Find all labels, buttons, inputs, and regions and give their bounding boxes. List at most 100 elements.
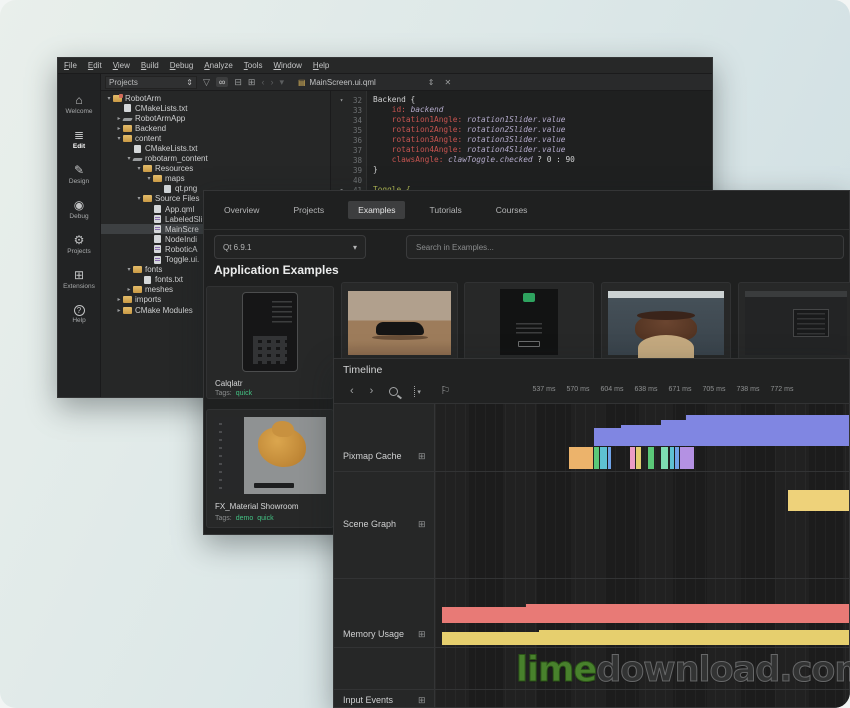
tree-item-label: RobotArmApp xyxy=(135,114,185,123)
tree-row-robotarm[interactable]: ▾ RobotArm xyxy=(101,93,330,103)
tree-arrow-icon[interactable]: ▸ xyxy=(115,307,123,314)
tree-arrow-icon[interactable]: ▸ xyxy=(125,286,133,293)
expand-row-icon[interactable]: ⊞ xyxy=(418,451,426,462)
split-plus-icon[interactable]: ⊞ xyxy=(248,77,256,87)
link-sync-icon[interactable]: ∞ xyxy=(216,77,228,87)
menu-item-analyze[interactable]: Analyze xyxy=(204,61,232,70)
tag-demo[interactable]: demo xyxy=(236,515,254,522)
range-select-icon[interactable] xyxy=(414,386,424,397)
tree-item-label: Toggle.ui. xyxy=(165,255,199,264)
tree-arrow-icon[interactable]: ▾ xyxy=(125,155,133,162)
tree-item-icon xyxy=(143,165,152,172)
timeline-row-label: Input Events xyxy=(343,695,393,705)
mode-label: Debug xyxy=(69,213,88,220)
tab-projects[interactable]: Projects xyxy=(283,201,334,219)
menu-item-view[interactable]: View xyxy=(113,61,130,70)
tree-row-maps[interactable]: ▾ maps xyxy=(101,174,330,184)
tab-overview[interactable]: Overview xyxy=(214,201,269,219)
tree-row-cmakelists-txt[interactable]: CMakeLists.txt xyxy=(101,143,330,153)
tree-item-icon xyxy=(144,276,151,284)
menu-item-help[interactable]: Help xyxy=(313,61,329,70)
expand-row-icon[interactable]: ⊞ xyxy=(418,629,426,640)
projects-selector-label: Projects xyxy=(109,78,138,87)
sidebar-item-extensions[interactable]: ⊞ Extensions xyxy=(58,262,100,297)
fold-marker-icon[interactable]: ▾ xyxy=(337,97,346,104)
tree-item-icon xyxy=(154,225,161,233)
tree-row-content[interactable]: ▾ content xyxy=(101,133,330,143)
tree-item-label: NodeIndi xyxy=(165,235,197,244)
nav-forward-icon[interactable]: › xyxy=(270,77,273,87)
tree-row-backend[interactable]: ▸ Backend xyxy=(101,123,330,133)
menu-item-tools[interactable]: Tools xyxy=(244,61,263,70)
zoom-icon[interactable] xyxy=(389,387,398,396)
tab-updown-icon[interactable]: ⇕ xyxy=(428,78,435,87)
tree-row-resources[interactable]: ▾ Resources xyxy=(101,164,330,174)
nav-dropdown-icon[interactable]: ▾ xyxy=(279,77,284,87)
editor-tab[interactable]: ▤ MainScreen.ui.qml xyxy=(298,78,376,87)
tree-arrow-icon[interactable]: ▾ xyxy=(135,165,143,172)
tag-quick[interactable]: quick xyxy=(257,515,273,522)
tree-row-robotarm-content[interactable]: ▾ robotarm_content xyxy=(101,154,330,164)
sidebar-item-design[interactable]: ✎ Design xyxy=(58,157,100,192)
mode-label: Welcome xyxy=(66,108,93,115)
code-token: rotation1Angle: xyxy=(373,115,467,124)
search-input[interactable] xyxy=(406,235,844,259)
sidebar-item-debug[interactable]: ◉ Debug xyxy=(58,192,100,227)
tree-arrow-icon[interactable]: ▾ xyxy=(145,175,153,182)
tree-item-icon xyxy=(122,118,132,121)
tab-examples[interactable]: Examples xyxy=(348,201,405,219)
code-line: id: backend xyxy=(373,105,575,115)
mode-label: Extensions xyxy=(63,283,95,290)
menu-item-file[interactable]: File xyxy=(64,61,77,70)
qt-version-dropdown[interactable]: Qt 6.9.1 ▾ xyxy=(214,235,366,259)
timeline-prev-icon[interactable]: ‹ xyxy=(350,385,354,397)
projects-selector[interactable]: Projects ⇕ xyxy=(105,76,197,89)
tree-arrow-icon[interactable]: ▾ xyxy=(105,95,113,102)
tree-arrow-icon[interactable]: ▾ xyxy=(115,135,123,142)
example-card-calqlatr[interactable]: Calqlatr Tags:quick xyxy=(206,286,334,399)
watermark-rest: download.com xyxy=(596,650,850,690)
tab-close-icon[interactable]: ✕ xyxy=(444,78,451,87)
code-token: rotation3Slider.value xyxy=(467,135,566,144)
pixmap-cache-event xyxy=(680,447,694,469)
sidebar-item-help[interactable]: ? Help xyxy=(58,297,100,332)
mode-label: Design xyxy=(69,178,89,185)
tab-courses[interactable]: Courses xyxy=(486,201,538,219)
expand-row-icon[interactable]: ⊞ xyxy=(418,695,426,706)
sidebar-item-edit[interactable]: ≣ Edit xyxy=(58,122,100,157)
filter-icon[interactable]: ▽ xyxy=(203,77,210,87)
menu-item-debug[interactable]: Debug xyxy=(170,61,194,70)
code-token: rotation2Slider.value xyxy=(467,125,566,134)
extensions-icon: ⊞ xyxy=(74,269,84,282)
code-token: rotation3Angle: xyxy=(373,135,467,144)
tab-tutorials[interactable]: Tutorials xyxy=(419,201,471,219)
updown-icon: ⇕ xyxy=(186,78,193,87)
mode-label: Projects xyxy=(67,248,90,255)
timeline-next-icon[interactable]: › xyxy=(370,385,374,397)
pixmap-cache-event xyxy=(594,447,599,469)
gutter-row: 34 xyxy=(331,115,366,125)
menu-item-window[interactable]: Window xyxy=(273,61,301,70)
sidebar-item-welcome[interactable]: ⌂ Welcome xyxy=(58,87,100,122)
menu-item-build[interactable]: Build xyxy=(141,61,159,70)
flag-filter-icon[interactable]: ⚐ xyxy=(440,385,450,397)
example-card-fx-material-showroom[interactable]: FX_Material Showroom Tags:demoquick xyxy=(206,409,334,528)
tree-item-icon xyxy=(123,307,132,314)
thumbnail-part xyxy=(793,309,829,337)
tree-row-cmakelists-txt[interactable]: CMakeLists.txt xyxy=(101,103,330,113)
expand-row-icon[interactable]: ⊞ xyxy=(418,519,426,530)
tree-arrow-icon[interactable]: ▾ xyxy=(125,266,133,273)
tree-row-robotarmapp[interactable]: ▸ RobotArmApp xyxy=(101,113,330,123)
example-tags: Tags:quick xyxy=(215,390,252,397)
tree-item-label: imports xyxy=(135,295,161,304)
gutter-row: 38 xyxy=(331,155,366,165)
gutter-row: 39 xyxy=(331,165,366,175)
sidebar-item-projects[interactable]: ⚙ Projects xyxy=(58,227,100,262)
tree-arrow-icon[interactable]: ▾ xyxy=(135,195,143,202)
tag-quick[interactable]: quick xyxy=(236,390,252,397)
split-minus-icon[interactable]: ⊟ xyxy=(234,77,242,87)
nav-back-icon[interactable]: ‹ xyxy=(261,77,264,87)
menu-item-edit[interactable]: Edit xyxy=(88,61,102,70)
tree-arrow-icon[interactable]: ▸ xyxy=(115,296,123,303)
tree-arrow-icon[interactable]: ▸ xyxy=(115,125,123,132)
